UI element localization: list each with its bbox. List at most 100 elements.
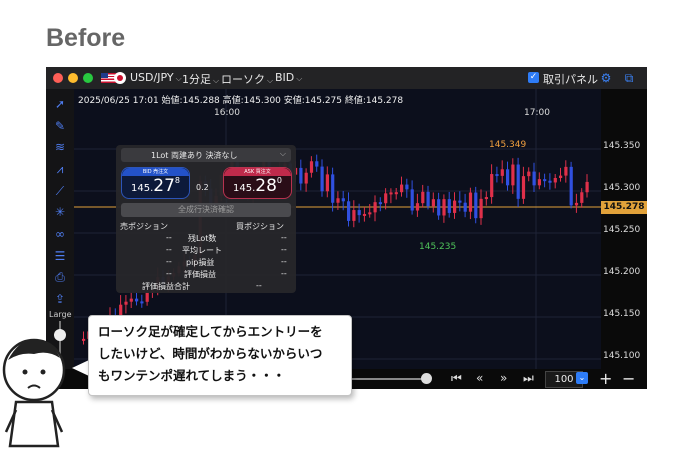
lot-count-label: 残Lot数 [188, 234, 217, 243]
trend-lines-icon[interactable]: ≋ [53, 140, 67, 154]
trade-panel: 1Lot 両建あり 決済なし ⌵ BID 売注文 145.278 0.2 ASK… [116, 145, 296, 293]
low-price-label: 145.235 [419, 242, 456, 252]
price-tick: 145.300 [603, 183, 641, 193]
candle-body [415, 203, 420, 211]
sell-eval-value: -- [166, 269, 172, 278]
candle-body [400, 184, 404, 193]
zoom-out-icon[interactable]: − [622, 369, 635, 388]
lot-selector[interactable]: 1Lot 両建あり 決済なし ⌵ [121, 148, 291, 162]
close-window-button[interactable] [53, 73, 63, 83]
candle-body [394, 192, 398, 195]
candle-body [548, 180, 552, 183]
cursor-icon[interactable]: ➚ [53, 97, 67, 111]
upload-icon[interactable]: ⇪ [53, 292, 67, 306]
asterisk-icon[interactable]: ✳ [53, 205, 67, 219]
price-type-dropdown[interactable]: BID ⌵ [275, 71, 302, 84]
candle-body [315, 161, 319, 167]
ask-buy-button[interactable]: ASK 買注文 145.280 [223, 167, 292, 199]
pen-icon[interactable]: ✎ [53, 119, 67, 133]
price-tick: 145.200 [603, 267, 641, 277]
timeframe-dropdown[interactable]: 1分足 ⌵ [182, 71, 219, 87]
avg-rate-label: 平均レート [182, 246, 222, 255]
trade-panel-label: 取引パネル [543, 73, 598, 86]
candle-body [135, 298, 139, 302]
chevron-down-icon: ⌵ [213, 76, 220, 85]
candle-body [389, 192, 393, 195]
candle-body [506, 169, 510, 186]
bubble-line: もワンテンポ遅れてしまう・・・ [98, 368, 286, 383]
price-axis[interactable]: 145.350 145.300 145.250 145.200 145.150 … [601, 89, 647, 369]
drawing-icon[interactable]: ⟋ [53, 184, 67, 198]
candle-body [521, 176, 526, 199]
chevron-down-icon: ⌵ [279, 149, 286, 158]
symbol-dropdown[interactable]: USD/JPY ⌵ [130, 71, 182, 84]
print-icon[interactable]: ⎙ [53, 270, 67, 284]
pip-pl-label: pip損益 [186, 258, 215, 267]
price-tick: 145.350 [603, 141, 641, 151]
candle-body [341, 198, 345, 202]
jump-end-icon[interactable]: ⏭ [523, 371, 534, 386]
eval-pl-label: 評価損益 [184, 270, 216, 279]
trade-panel-checkbox[interactable]: ✓ [528, 72, 539, 83]
chevron-down-icon: ⌵ [267, 76, 274, 85]
candle-body [516, 164, 520, 199]
zoom-dropdown-icon[interactable]: ⌄ [576, 372, 588, 384]
buy-lot-value: -- [281, 233, 287, 242]
indicator-icon[interactable]: ⩘ [53, 162, 67, 176]
ask-price: 145.280 [233, 176, 282, 196]
candle-body [511, 164, 515, 186]
link-icon[interactable]: ∞ [53, 227, 67, 241]
candle-body [347, 201, 351, 221]
candle-body [564, 166, 568, 176]
sell-lot-value: -- [166, 233, 172, 242]
candle-body [373, 202, 377, 213]
list-icon[interactable]: ☰ [53, 249, 67, 263]
candle-body [453, 200, 457, 213]
close-all-confirm-button[interactable]: 全成行決済確認 [121, 203, 291, 217]
worried-character-illustration [2, 338, 66, 448]
zoom-in-icon[interactable]: + [599, 369, 612, 388]
title-bar: USD/JPY ⌵ 1分足 ⌵ ローソク ⌵ BID ⌵ ✓ 取引パネル ⚙ ⧉ [46, 67, 647, 89]
buy-position-header: 買ポジション [236, 222, 284, 231]
price-tick: 145.150 [603, 309, 641, 319]
size-large-label: Large [49, 310, 72, 319]
candle-body [410, 189, 414, 211]
jp-flag-icon [114, 72, 126, 84]
chart-type-dropdown[interactable]: ローソク ⌵ [221, 71, 273, 87]
candle-body [336, 198, 340, 203]
candle-body [405, 184, 409, 190]
speech-bubble: ローソク足が確定してからエントリーを したいけど、時間がわからないからいつ もワ… [88, 315, 352, 396]
candle-body [140, 301, 144, 304]
step-back-icon[interactable]: « [476, 371, 483, 385]
candle-body [129, 298, 133, 302]
candle-body [537, 179, 541, 186]
candle-body [368, 212, 372, 215]
candle-body [490, 174, 494, 198]
sell-avg-value: -- [166, 245, 172, 254]
candle-body [124, 301, 128, 305]
candle-body [527, 171, 531, 177]
bid-sell-button[interactable]: BID 売注文 145.278 [121, 167, 190, 199]
sell-position-header: 売ポジション [120, 222, 168, 231]
zoom-window-button[interactable] [83, 73, 93, 83]
jump-start-icon[interactable]: ⏮ [451, 371, 462, 386]
window-layout-icon[interactable]: ⧉ [622, 71, 636, 85]
step-forward-icon[interactable]: » [500, 371, 507, 385]
candle-body [484, 197, 488, 200]
candle-body [500, 169, 504, 176]
sell-pip-value: -- [166, 257, 172, 266]
bid-label: BID 売注文 [122, 168, 189, 176]
time-label: 16:00 [214, 108, 240, 118]
candle-body [442, 199, 446, 216]
candle-body [495, 174, 499, 177]
high-price-label: 145.349 [489, 140, 526, 150]
minimize-window-button[interactable] [68, 73, 78, 83]
price-tick: 145.100 [603, 351, 641, 361]
candle-body [474, 192, 478, 219]
gear-icon[interactable]: ⚙ [599, 71, 613, 85]
total-eval-value: -- [256, 281, 262, 290]
candle-body [431, 199, 435, 207]
scroll-knob[interactable] [421, 373, 432, 384]
candle-body [309, 161, 314, 173]
candle-body [362, 213, 367, 216]
